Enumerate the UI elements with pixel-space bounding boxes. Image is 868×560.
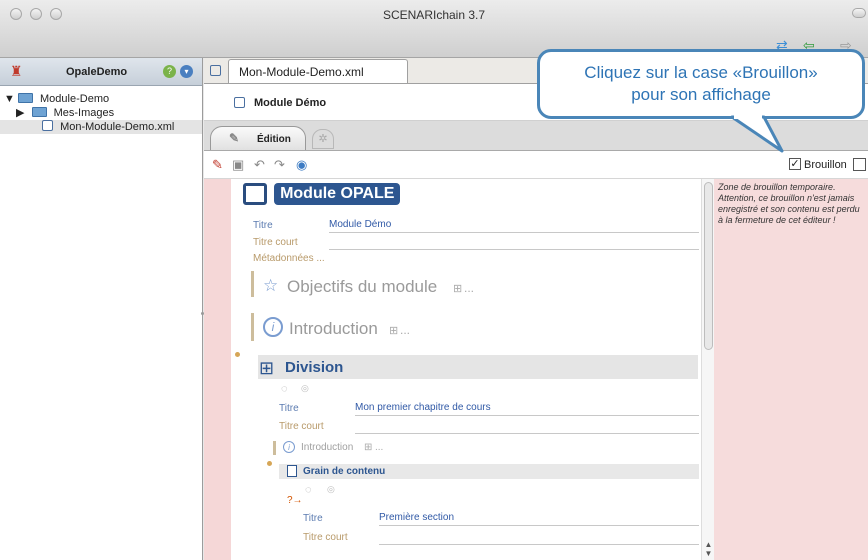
split-view-toggle[interactable] bbox=[853, 158, 866, 171]
tree-item-label: Module-Demo bbox=[40, 93, 110, 105]
section-bar bbox=[251, 313, 254, 341]
highlighter-icon[interactable]: ✎ bbox=[212, 157, 223, 173]
redo-icon[interactable]: ↷ bbox=[274, 157, 285, 173]
help-icon[interactable]: ? bbox=[163, 65, 176, 78]
module-cube-icon bbox=[243, 183, 267, 205]
margin-strip bbox=[204, 179, 231, 560]
callout-tail bbox=[730, 115, 784, 153]
scroll-thumb[interactable] bbox=[704, 182, 713, 350]
division-titre-label: Titre bbox=[279, 403, 299, 414]
expand-plus-icon[interactable]: ⊞ bbox=[389, 324, 398, 337]
tab-mon-module-demo[interactable]: Mon-Module-Demo.xml bbox=[228, 59, 408, 83]
undo-icon[interactable]: ↶ bbox=[254, 157, 265, 173]
division-blocks-icon: ⊞ bbox=[259, 358, 275, 378]
document-title: Module Démo bbox=[254, 97, 327, 109]
division-title: Division bbox=[285, 359, 344, 376]
star-icon: ✲ bbox=[318, 133, 328, 145]
module-icon bbox=[234, 97, 245, 108]
module-file-icon bbox=[210, 65, 221, 76]
titre-court-label: Titre court bbox=[253, 237, 298, 248]
workspace-icon: ♜ bbox=[10, 63, 23, 79]
introduction-ellipsis: ... bbox=[400, 323, 411, 337]
division-titre-court-label: Titre court bbox=[279, 421, 324, 432]
grain-title: Grain de contenu bbox=[303, 466, 386, 477]
picture-icon[interactable]: ◌ bbox=[305, 484, 312, 496]
titre-field[interactable]: Module Démo bbox=[329, 219, 391, 230]
settings-icon[interactable]: ◎ bbox=[327, 484, 335, 495]
division-intro-section[interactable]: Introduction bbox=[301, 442, 353, 453]
objectifs-section[interactable]: Objectifs du module bbox=[287, 277, 437, 297]
collapsed-triangle-icon[interactable]: ▶ bbox=[16, 107, 24, 119]
brouillon-checkbox[interactable]: ✓ bbox=[789, 158, 801, 170]
grain-titre-label: Titre bbox=[303, 513, 323, 524]
field-underline bbox=[379, 544, 699, 545]
expand-plus-icon[interactable]: ⊞ bbox=[364, 442, 372, 453]
tree-item-label: Mes-Images bbox=[53, 107, 115, 119]
tree-item-mon-module-demo[interactable]: Mon-Module-Demo.xml bbox=[0, 120, 202, 134]
page-icon bbox=[287, 465, 297, 477]
brouillon-label[interactable]: Brouillon bbox=[804, 159, 847, 171]
expand-plus-icon[interactable]: ⊞ bbox=[453, 282, 462, 295]
content-scrollbar[interactable]: ▲ ▼ bbox=[701, 179, 714, 560]
brouillon-text: Zone de brouillon temporaire. Attention,… bbox=[718, 182, 860, 225]
pencil-icon: ✎ bbox=[229, 131, 240, 145]
introduction-section[interactable]: Introduction bbox=[289, 319, 378, 339]
insert-point[interactable] bbox=[235, 352, 240, 357]
callout-line-1: Cliquez sur la case «Brouillon» bbox=[584, 63, 818, 82]
settings-icon[interactable]: ◎ bbox=[301, 383, 309, 394]
callout-line-2: pour son affichage bbox=[631, 85, 771, 104]
section-bar bbox=[273, 441, 276, 455]
editor-toolbar: ✎ ▣ ↶ ↷ ◉ ✓ Brouillon bbox=[204, 151, 868, 179]
workspace-header: ♜ OpaleDemo ? ▾ bbox=[0, 58, 202, 86]
field-underline bbox=[329, 232, 699, 233]
instruction-callout: Cliquez sur la case «Brouillon» pour son… bbox=[537, 49, 865, 119]
brouillon-panel[interactable]: Zone de brouillon temporaire. Attention,… bbox=[714, 179, 868, 560]
module-header: Module OPALE bbox=[243, 183, 401, 205]
module-title: Module OPALE bbox=[274, 183, 401, 205]
folder-icon bbox=[31, 107, 47, 117]
workspace-panel: ♜ OpaleDemo ? ▾ ▼ Module-Demo ▶ Mes-Imag… bbox=[0, 58, 203, 560]
arrow-insert-icon[interactable]: ?→ bbox=[287, 495, 303, 506]
menu-chevron-icon[interactable]: ▾ bbox=[180, 65, 193, 78]
tree-item-module-demo[interactable]: ▼ Module-Demo bbox=[4, 92, 109, 106]
workspace-title: OpaleDemo bbox=[66, 66, 128, 78]
division-intro-ellipsis: ... bbox=[375, 442, 384, 453]
grain-titre-court-label: Titre court bbox=[303, 532, 348, 543]
titre-label: Titre bbox=[253, 220, 273, 231]
tab-label: Mon-Module-Demo.xml bbox=[239, 65, 364, 79]
grain-titre-field[interactable]: Première section bbox=[379, 512, 454, 523]
window-title: SCENARIchain 3.7 bbox=[382, 8, 486, 22]
tab-preview[interactable]: ✲ bbox=[312, 129, 334, 149]
insert-point[interactable] bbox=[267, 461, 272, 466]
tree-item-mes-images[interactable]: ▶ Mes-Images bbox=[16, 106, 114, 120]
document-content: Module OPALE Titre Module Démo Titre cou… bbox=[231, 179, 701, 560]
tab-edition[interactable]: ✎ Édition bbox=[210, 126, 306, 150]
picture-icon[interactable]: ◌ bbox=[281, 383, 288, 395]
module-file-icon bbox=[42, 120, 53, 131]
tab-edition-label: Édition bbox=[257, 134, 291, 145]
field-underline bbox=[329, 249, 699, 250]
save-icon[interactable]: ▣ bbox=[232, 157, 244, 173]
field-underline bbox=[355, 433, 699, 434]
objectives-star-icon: ☆ bbox=[263, 276, 279, 295]
division-titre-field[interactable]: Mon premier chapitre de cours bbox=[355, 402, 491, 413]
field-underline bbox=[379, 525, 699, 526]
toolbar-toggle-button[interactable] bbox=[852, 8, 866, 18]
folder-icon bbox=[17, 93, 33, 103]
metadonnees-link[interactable]: Métadonnées ... bbox=[253, 253, 325, 264]
tree-item-label: Mon-Module-Demo.xml bbox=[60, 121, 175, 133]
objectifs-ellipsis: ... bbox=[464, 281, 475, 295]
options-icon[interactable]: ◉ bbox=[296, 157, 307, 173]
info-icon: i bbox=[263, 317, 283, 337]
expanded-triangle-icon[interactable]: ▼ bbox=[4, 93, 15, 105]
section-bar bbox=[251, 271, 254, 297]
info-icon: i bbox=[283, 441, 295, 453]
field-underline bbox=[355, 415, 699, 416]
